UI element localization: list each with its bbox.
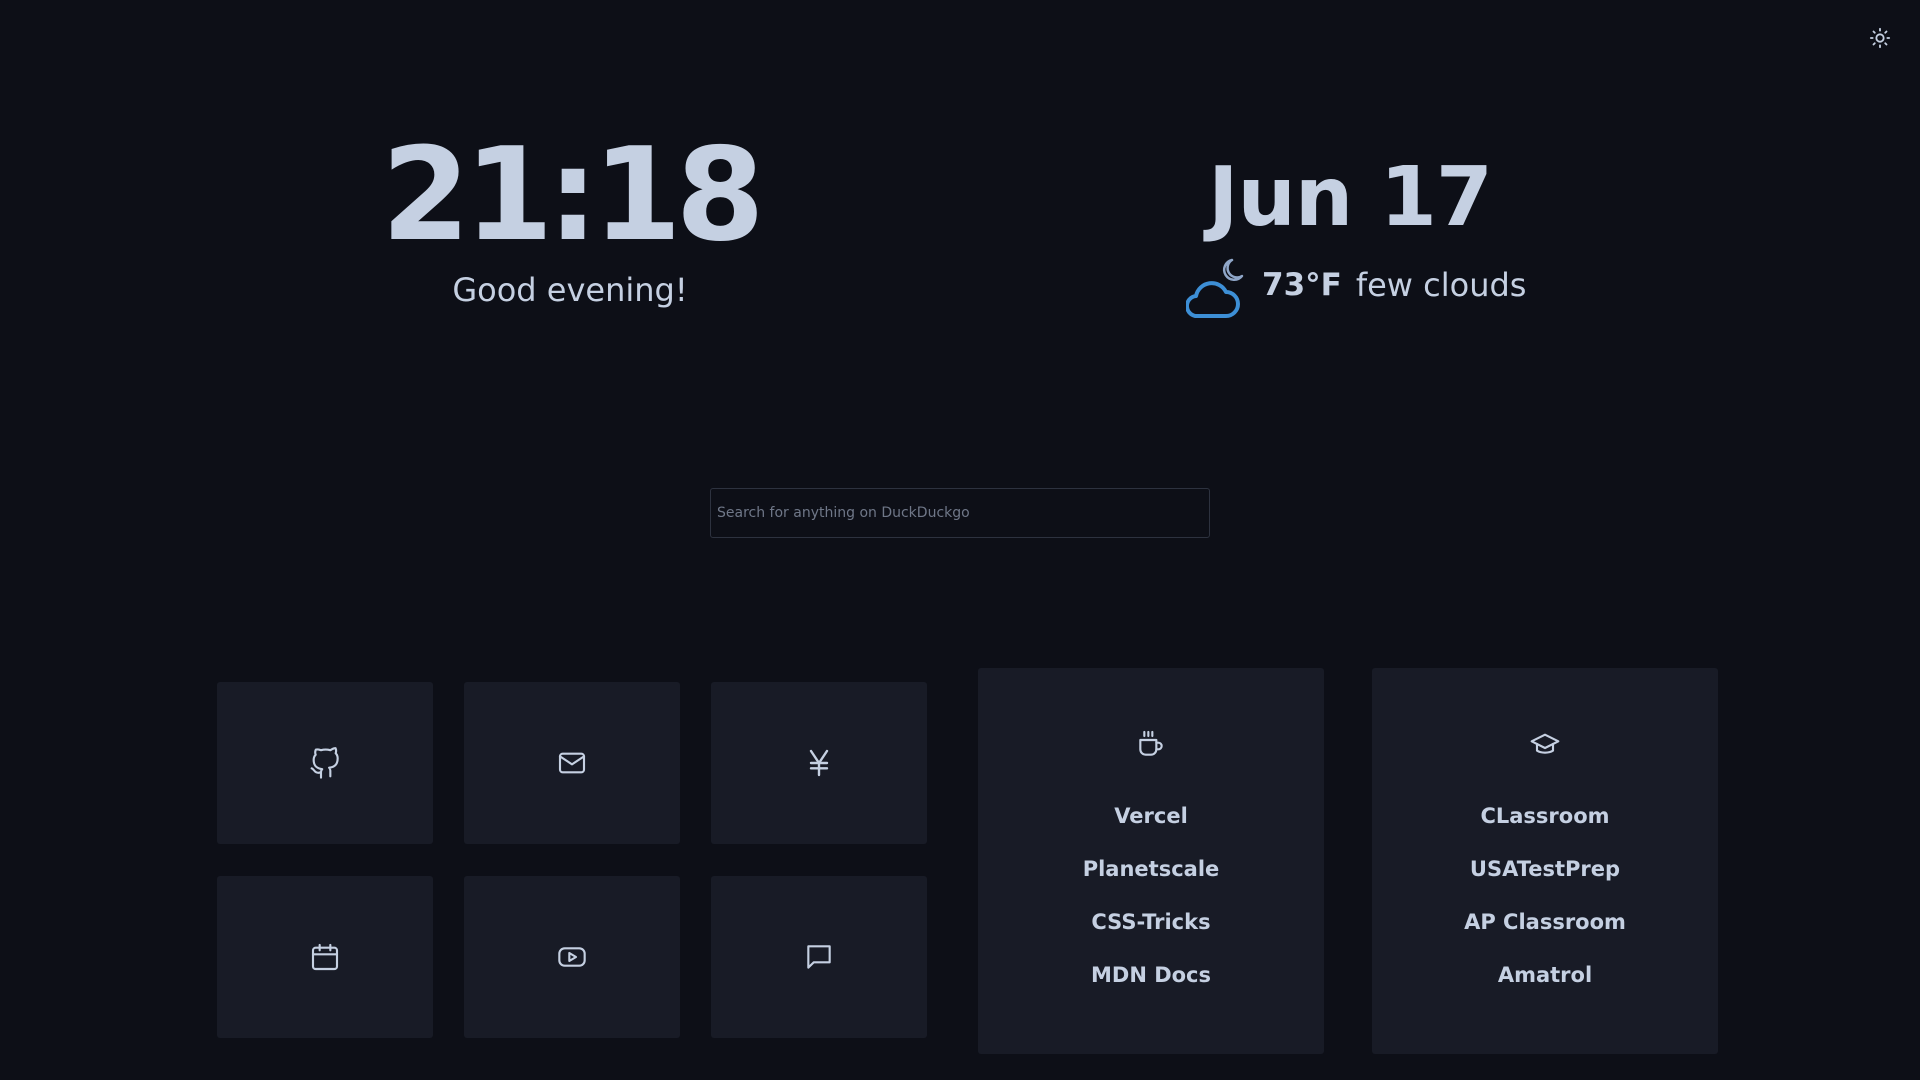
weather-widget: 73°F few clouds bbox=[1186, 250, 1526, 320]
date-widget: Jun 17 bbox=[1170, 150, 1530, 246]
dev-links-card: Vercel Planetscale CSS-Tricks MDN Docs bbox=[978, 668, 1324, 1054]
link-amatrol[interactable]: Amatrol bbox=[1498, 949, 1592, 1002]
yen-icon bbox=[809, 749, 829, 777]
link-ap-classroom[interactable]: AP Classroom bbox=[1464, 896, 1626, 949]
message-tile[interactable] bbox=[711, 876, 927, 1038]
theme-toggle-button[interactable] bbox=[1866, 24, 1894, 52]
link-usatestprep[interactable]: USATestPrep bbox=[1470, 843, 1620, 896]
clock-time: 21:18 bbox=[381, 121, 764, 270]
link-mdn-docs[interactable]: MDN Docs bbox=[1091, 949, 1211, 1002]
calendar-icon bbox=[311, 943, 339, 971]
weather-temperature: 73°F bbox=[1262, 267, 1342, 303]
link-css-tricks[interactable]: CSS-Tricks bbox=[1091, 896, 1210, 949]
github-icon bbox=[310, 747, 339, 779]
weather-description: few clouds bbox=[1355, 266, 1527, 304]
school-links-card: CLassroom USATestPrep AP Classroom Amatr… bbox=[1372, 668, 1718, 1054]
github-tile[interactable] bbox=[217, 682, 433, 844]
youtube-icon bbox=[558, 947, 586, 967]
link-vercel[interactable]: Vercel bbox=[1114, 790, 1188, 843]
sun-icon bbox=[1869, 27, 1891, 49]
clock-widget: 21:18 Good evening! bbox=[340, 128, 800, 310]
coffee-icon bbox=[1139, 730, 1163, 756]
message-icon bbox=[807, 945, 831, 969]
search-input[interactable] bbox=[710, 488, 1210, 538]
mail-tile[interactable] bbox=[464, 682, 680, 844]
calendar-tile[interactable] bbox=[217, 876, 433, 1038]
mail-icon bbox=[558, 752, 586, 774]
graduation-cap-icon bbox=[1530, 733, 1560, 754]
yen-tile[interactable] bbox=[711, 682, 927, 844]
link-classroom[interactable]: CLassroom bbox=[1480, 790, 1609, 843]
cloud-moon-icon bbox=[1186, 258, 1244, 319]
date-text: Jun 17 bbox=[1208, 150, 1493, 245]
link-planetscale[interactable]: Planetscale bbox=[1083, 843, 1220, 896]
youtube-tile[interactable] bbox=[464, 876, 680, 1038]
greeting-text: Good evening! bbox=[452, 271, 688, 309]
